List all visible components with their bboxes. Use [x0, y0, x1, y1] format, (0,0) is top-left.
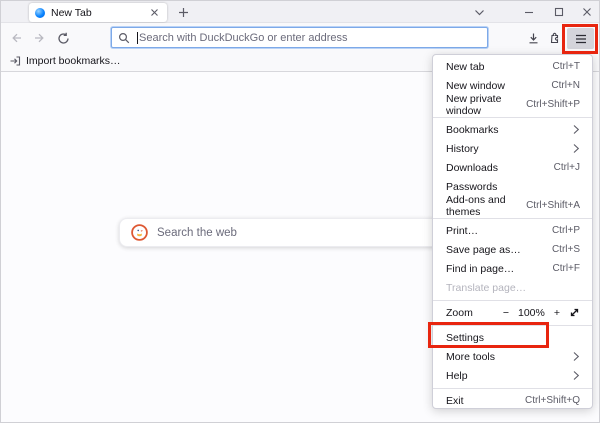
submenu-chevron-icon [572, 143, 580, 154]
address-bar-placeholder: Search with DuckDuckGo or enter address [139, 32, 347, 44]
menu-item-label: Find in page… [446, 263, 514, 275]
web-search-box[interactable]: Search the web [119, 218, 483, 247]
downloads-icon[interactable] [524, 29, 542, 47]
menu-item-shortcut: Ctrl+P [552, 225, 580, 236]
menu-item-label: Print… [446, 225, 478, 237]
menu-item-label: Bookmarks [446, 124, 499, 136]
tab-title: New Tab [51, 7, 147, 19]
menu-item-shortcut: Ctrl+N [551, 80, 580, 91]
fullscreen-icon[interactable] [569, 307, 580, 318]
zoom-out-button[interactable]: − [503, 307, 509, 319]
submenu-chevron-icon [572, 370, 580, 381]
menu-item-more-tools[interactable]: More tools [433, 347, 592, 366]
menu-item-exit[interactable]: Exit Ctrl+Shift+Q [433, 391, 592, 410]
web-search-placeholder: Search the web [157, 227, 237, 239]
menu-item-shortcut: Ctrl+S [552, 244, 580, 255]
import-bookmarks-button[interactable]: Import bookmarks… [9, 55, 121, 67]
import-icon [9, 55, 21, 67]
annotation-box-settings [428, 322, 549, 348]
reload-button[interactable] [53, 28, 73, 48]
menu-separator [433, 300, 592, 301]
annotation-box-menu-button [562, 24, 598, 54]
menu-separator [433, 117, 592, 118]
menu-item-label: New tab [446, 61, 485, 73]
menu-item-shortcut: Ctrl+Shift+A [526, 200, 580, 211]
app-menu: New tab Ctrl+T New window Ctrl+N New private… [432, 54, 593, 409]
menu-item-label: Translate page… [446, 282, 526, 294]
window-close-button[interactable] [575, 1, 599, 23]
menu-item-shortcut: Ctrl+Shift+Q [525, 395, 580, 406]
menu-item-label: New window [446, 80, 505, 92]
submenu-chevron-icon [572, 124, 580, 135]
zoom-controls: −100% + [503, 307, 580, 319]
new-tab-button[interactable] [174, 4, 192, 21]
menu-item-shortcut: Ctrl+F [553, 263, 581, 274]
zoom-in-button[interactable]: + [554, 307, 560, 319]
tab-new-tab[interactable]: New Tab [29, 3, 167, 22]
list-all-tabs-button[interactable] [467, 1, 491, 23]
menu-item-label: Save page as… [446, 244, 521, 256]
tab-favicon-icon [35, 8, 45, 18]
search-icon [118, 32, 130, 44]
menu-item-shortcut: Ctrl+J [554, 162, 580, 173]
browser-window: New Tab Search [0, 0, 600, 423]
text-caret [137, 32, 138, 44]
menu-item-label: Zoom [446, 307, 473, 319]
menu-item-new-private-window[interactable]: New private windowCtrl+Shift+P [433, 95, 592, 114]
menu-item-shortcut: Ctrl+Shift+P [526, 99, 580, 110]
tab-bar: New Tab [1, 1, 599, 23]
menu-item-shortcut: Ctrl+T [553, 61, 581, 72]
address-bar[interactable]: Search with DuckDuckGo or enter address [111, 27, 488, 48]
menu-item-label: Add-ons and themes [446, 194, 526, 218]
submenu-chevron-icon [572, 351, 580, 362]
extensions-icon[interactable] [545, 29, 563, 47]
import-bookmarks-label: Import bookmarks… [26, 55, 121, 67]
window-maximize-button[interactable] [547, 1, 571, 23]
menu-item-help[interactable]: Help [433, 366, 592, 385]
menu-item-translate-page: Translate page… [433, 278, 592, 297]
menu-separator [433, 218, 592, 219]
menu-separator [433, 388, 592, 389]
menu-item-find-in-page[interactable]: Find in page… Ctrl+F [433, 259, 592, 278]
tab-close-icon[interactable] [147, 6, 161, 20]
menu-item-history[interactable]: History [433, 139, 592, 158]
menu-item-zoom[interactable]: Zoom −100% + [433, 303, 592, 322]
menu-item-save-page-as[interactable]: Save page as… Ctrl+S [433, 240, 592, 259]
back-button[interactable] [6, 28, 26, 48]
menu-item-bookmarks[interactable]: Bookmarks [433, 120, 592, 139]
forward-button[interactable] [30, 28, 50, 48]
menu-item-new-tab[interactable]: New tab Ctrl+T [433, 57, 592, 76]
zoom-reset-button[interactable]: 100% [518, 307, 545, 319]
menu-item-label: Exit [446, 395, 464, 407]
menu-item-label: Passwords [446, 181, 497, 193]
menu-item-print[interactable]: Print… Ctrl+P [433, 221, 592, 240]
menu-item-label: Downloads [446, 162, 498, 174]
menu-item-add-ons-and-themes[interactable]: Add-ons and themesCtrl+Shift+A [433, 196, 592, 215]
window-minimize-button[interactable] [517, 1, 541, 23]
menu-item-label: More tools [446, 351, 495, 363]
menu-item-downloads[interactable]: Downloads Ctrl+J [433, 158, 592, 177]
menu-item-label: Help [446, 370, 468, 382]
duckduckgo-icon [131, 224, 148, 241]
menu-item-label: History [446, 143, 479, 155]
menu-item-label: New private window [446, 93, 526, 117]
